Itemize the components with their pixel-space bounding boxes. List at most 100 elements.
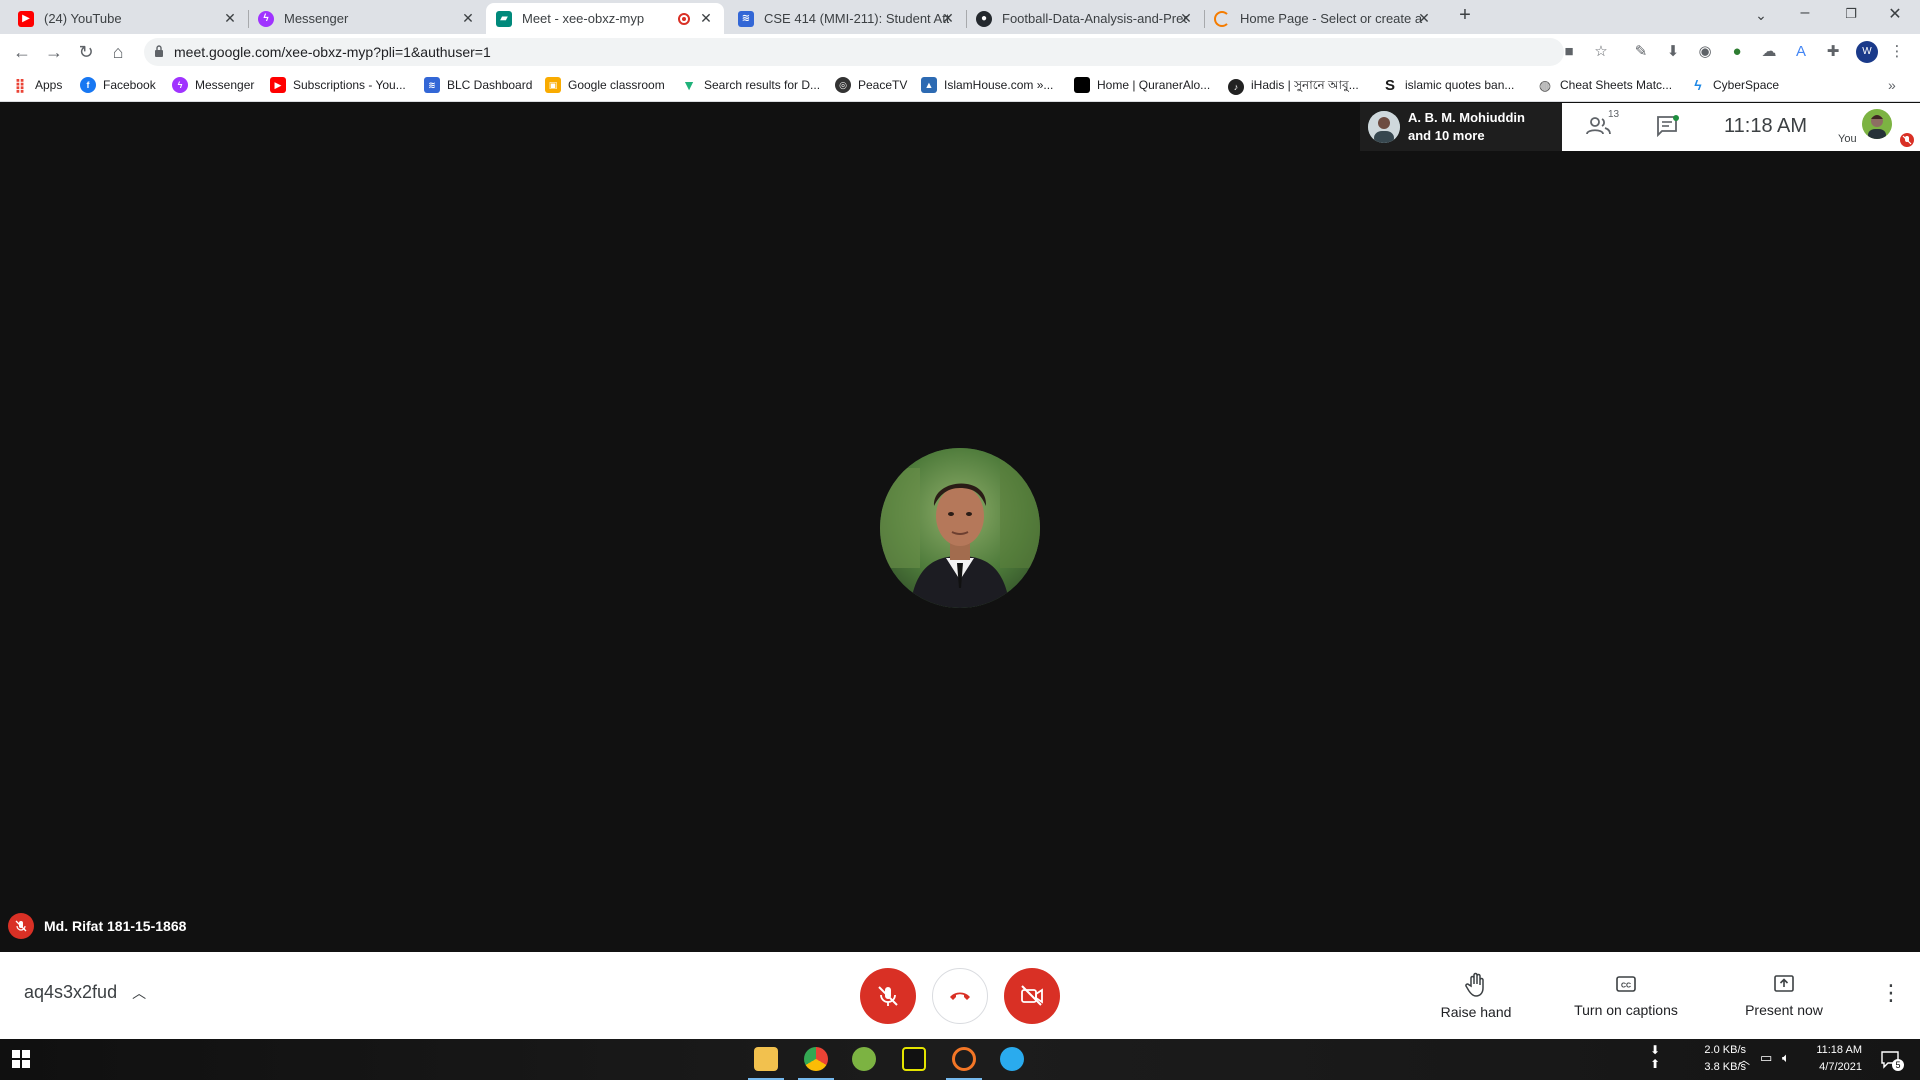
- tab-blc[interactable]: ≋ CSE 414 (MMI-211): Student Atte ✕: [728, 3, 966, 34]
- eyedropper-extension-icon[interactable]: ✎: [1632, 43, 1650, 61]
- loading-icon: [1214, 10, 1230, 27]
- cloud-extension-icon[interactable]: ☁: [1760, 43, 1778, 61]
- close-icon[interactable]: ✕: [698, 10, 714, 27]
- file-explorer-icon[interactable]: [754, 1047, 778, 1071]
- person-avatar-icon: [1368, 111, 1400, 143]
- bookmark-youtube-subscriptions[interactable]: ▶ Subscriptions - You...: [270, 77, 406, 93]
- restore-button[interactable]: ❐: [1836, 6, 1866, 22]
- bookmark-ihadis[interactable]: ♪ iHadis | সুনানে আবু...: [1228, 77, 1359, 97]
- tray-expand-icon[interactable]: ︿: [1738, 1051, 1750, 1068]
- meeting-clock: 11:18 AM: [1724, 115, 1808, 137]
- camera-indicator-icon[interactable]: ■: [1560, 43, 1578, 61]
- present-now-button[interactable]: Present now: [1714, 972, 1854, 1018]
- close-icon[interactable]: ✕: [460, 10, 476, 27]
- action-center-icon[interactable]: 5: [1880, 1049, 1904, 1071]
- tab-youtube[interactable]: ▶ (24) YouTube ✕: [8, 3, 248, 34]
- forward-icon[interactable]: →: [42, 40, 66, 64]
- minimize-button[interactable]: –: [1790, 4, 1820, 22]
- tab-github[interactable]: ● Football-Data-Analysis-and-Pred ✕: [966, 3, 1204, 34]
- scribd-icon: S: [1384, 76, 1395, 94]
- more-options-icon[interactable]: ⋮: [1880, 980, 1902, 1006]
- close-icon[interactable]: ✕: [940, 10, 956, 27]
- tab-search-icon[interactable]: ⌄: [1746, 7, 1776, 24]
- telegram-icon[interactable]: [1000, 1047, 1024, 1071]
- cyberspace-icon: ϟ: [1694, 77, 1702, 93]
- camera-extension-icon[interactable]: ◉: [1696, 43, 1714, 61]
- download-extension-icon[interactable]: ⬇: [1664, 43, 1682, 61]
- chat-button[interactable]: [1656, 115, 1680, 142]
- close-icon[interactable]: ✕: [1416, 10, 1432, 27]
- globe-extension-icon[interactable]: ●: [1728, 43, 1746, 61]
- translate-extension-icon[interactable]: A: [1792, 43, 1810, 61]
- close-icon[interactable]: ✕: [222, 10, 238, 27]
- self-label: You: [1838, 133, 1857, 145]
- bookmark-messenger[interactable]: ϟ Messenger: [172, 77, 254, 93]
- close-icon[interactable]: ✕: [1178, 10, 1194, 27]
- profile-avatar-icon[interactable]: W: [1856, 41, 1878, 63]
- url-text: meet.google.com/xee-obxz-myp?pli=1&authu…: [174, 44, 491, 60]
- tab-title: (24) YouTube: [44, 11, 122, 26]
- network-icon[interactable]: ▭: [1760, 1050, 1772, 1066]
- tab-home-page[interactable]: Home Page - Select or create a n ✕: [1204, 3, 1442, 34]
- bookmark-peacetv[interactable]: ◎ PeaceTV: [835, 77, 907, 93]
- bookmark-google-classroom[interactable]: ▣ Google classroom: [545, 77, 665, 93]
- bookmark-search-results[interactable]: ▼ Search results for D...: [681, 77, 820, 93]
- chevron-up-icon: ︿: [132, 985, 147, 1001]
- home-icon[interactable]: ⌂: [106, 40, 130, 64]
- reload-icon[interactable]: ↻: [74, 40, 98, 64]
- anaconda-icon[interactable]: [852, 1047, 876, 1071]
- jupyter-icon[interactable]: [952, 1047, 976, 1071]
- blc-icon: ≋: [424, 77, 440, 93]
- address-bar[interactable]: meet.google.com/xee-obxz-myp?pli=1&authu…: [144, 38, 1574, 66]
- bookmark-star-icon[interactable]: ☆: [1592, 43, 1610, 61]
- bookmarks-overflow-icon[interactable]: »: [1888, 77, 1896, 93]
- new-tab-button[interactable]: +: [1450, 4, 1480, 27]
- bookmark-facebook[interactable]: f Facebook: [80, 77, 156, 93]
- extensions-puzzle-icon[interactable]: ✚: [1824, 43, 1842, 61]
- blc-icon: ≋: [738, 10, 754, 27]
- presenter-more: and 10 more: [1408, 128, 1485, 143]
- browser-tab-strip: ▶ (24) YouTube ✕ ϟ Messenger ✕ ▰ Meet - …: [0, 0, 1920, 34]
- messenger-icon: ϟ: [172, 77, 188, 93]
- mic-off-icon: [8, 913, 34, 939]
- presenter-chip[interactable]: A. B. M. Mohiuddin and 10 more: [1360, 103, 1562, 151]
- bookmark-quraneralo[interactable]: Home | QuranerAlo...: [1074, 77, 1210, 93]
- pycharm-icon[interactable]: [902, 1047, 926, 1071]
- bookmark-islamic-quotes[interactable]: Sislamic quotes ban...: [1382, 76, 1514, 94]
- participant-name: Md. Rifat 181-15-1868: [44, 918, 187, 934]
- toggle-camera-button[interactable]: [1004, 968, 1060, 1024]
- raise-hand-icon: [1465, 972, 1484, 997]
- bookmark-blc-dashboard[interactable]: ≋ BLC Dashboard: [424, 77, 532, 93]
- islamhouse-icon: ▲: [921, 77, 937, 93]
- browser-toolbar: ← → ↻ ⌂ meet.google.com/xee-obxz-myp?pli…: [0, 34, 1920, 70]
- toggle-mic-button[interactable]: [860, 968, 916, 1024]
- mic-off-icon: [878, 986, 898, 1006]
- bookmark-cyberspace[interactable]: ϟ CyberSpace: [1690, 77, 1779, 93]
- leave-call-button[interactable]: [932, 968, 988, 1024]
- self-avatar[interactable]: [1862, 109, 1892, 139]
- participants-button[interactable]: 13: [1586, 109, 1619, 141]
- taskbar-time[interactable]: 11:18 AM: [1800, 1044, 1862, 1056]
- meeting-details-button[interactable]: aq4s3x2fud ︿: [24, 982, 146, 1003]
- bookmark-cheat-sheets[interactable]: ◍ Cheat Sheets Matc...: [1537, 77, 1672, 93]
- back-icon[interactable]: ←: [10, 40, 34, 64]
- notification-count: 5: [1892, 1059, 1904, 1071]
- lock-icon: [155, 45, 163, 57]
- network-speed-down: 2.0 KB/s: [1704, 1044, 1746, 1056]
- taskbar-date[interactable]: 4/7/2021: [1800, 1061, 1862, 1073]
- person-photo-icon: [880, 448, 1040, 608]
- volume-icon[interactable]: 🔈︎: [1782, 1050, 1790, 1066]
- bookmark-islamhouse[interactable]: ▲ IslamHouse.com »...: [921, 77, 1053, 93]
- raise-hand-button[interactable]: Raise hand: [1406, 972, 1546, 1020]
- participant-count: 13: [1608, 109, 1620, 120]
- tab-messenger[interactable]: ϟ Messenger ✕: [248, 3, 486, 34]
- windows-start-icon[interactable]: [12, 1050, 30, 1073]
- captions-button[interactable]: CC Turn on captions: [1556, 972, 1696, 1018]
- tab-meet[interactable]: ▰ Meet - xee-obxz-myp ✕: [486, 3, 724, 34]
- chrome-icon[interactable]: [804, 1047, 828, 1071]
- kebab-menu-icon[interactable]: ⋮: [1888, 43, 1906, 61]
- network-speed-arrows-icon: ⬇ ⬆: [1650, 1043, 1661, 1071]
- bookmark-apps[interactable]: ⣿ Apps: [12, 77, 63, 93]
- self-muted-icon: [1900, 133, 1914, 147]
- close-window-button[interactable]: ✕: [1880, 4, 1910, 24]
